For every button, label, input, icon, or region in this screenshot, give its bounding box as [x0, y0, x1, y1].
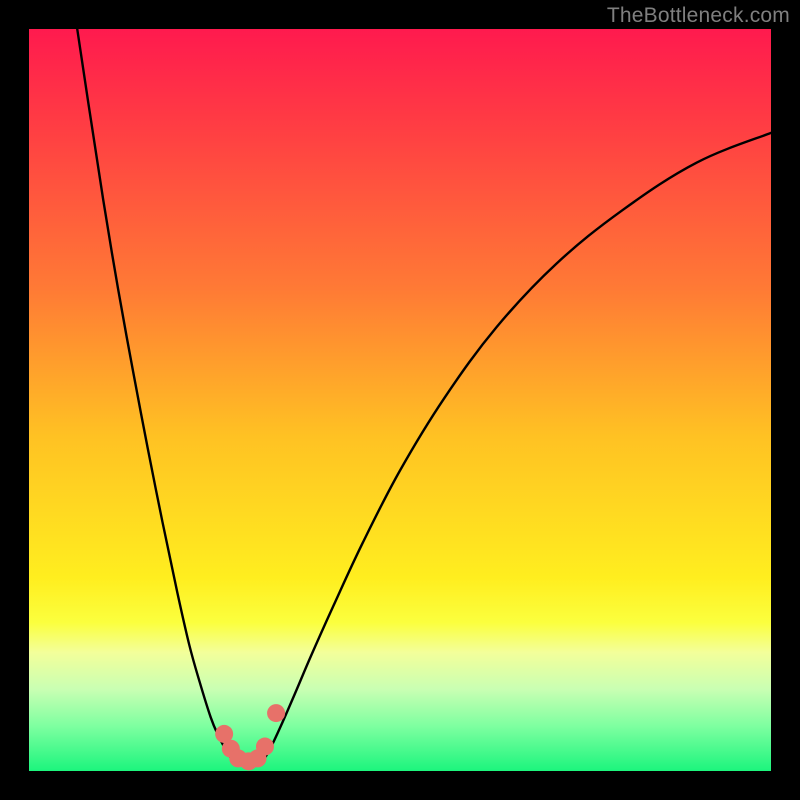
curve-path — [77, 29, 771, 762]
valley-marker — [256, 738, 274, 756]
valley-marker — [267, 704, 285, 722]
bottleneck-curve — [29, 29, 771, 771]
watermark-text: TheBottleneck.com — [607, 4, 790, 28]
outer-frame: TheBottleneck.com — [0, 0, 800, 800]
